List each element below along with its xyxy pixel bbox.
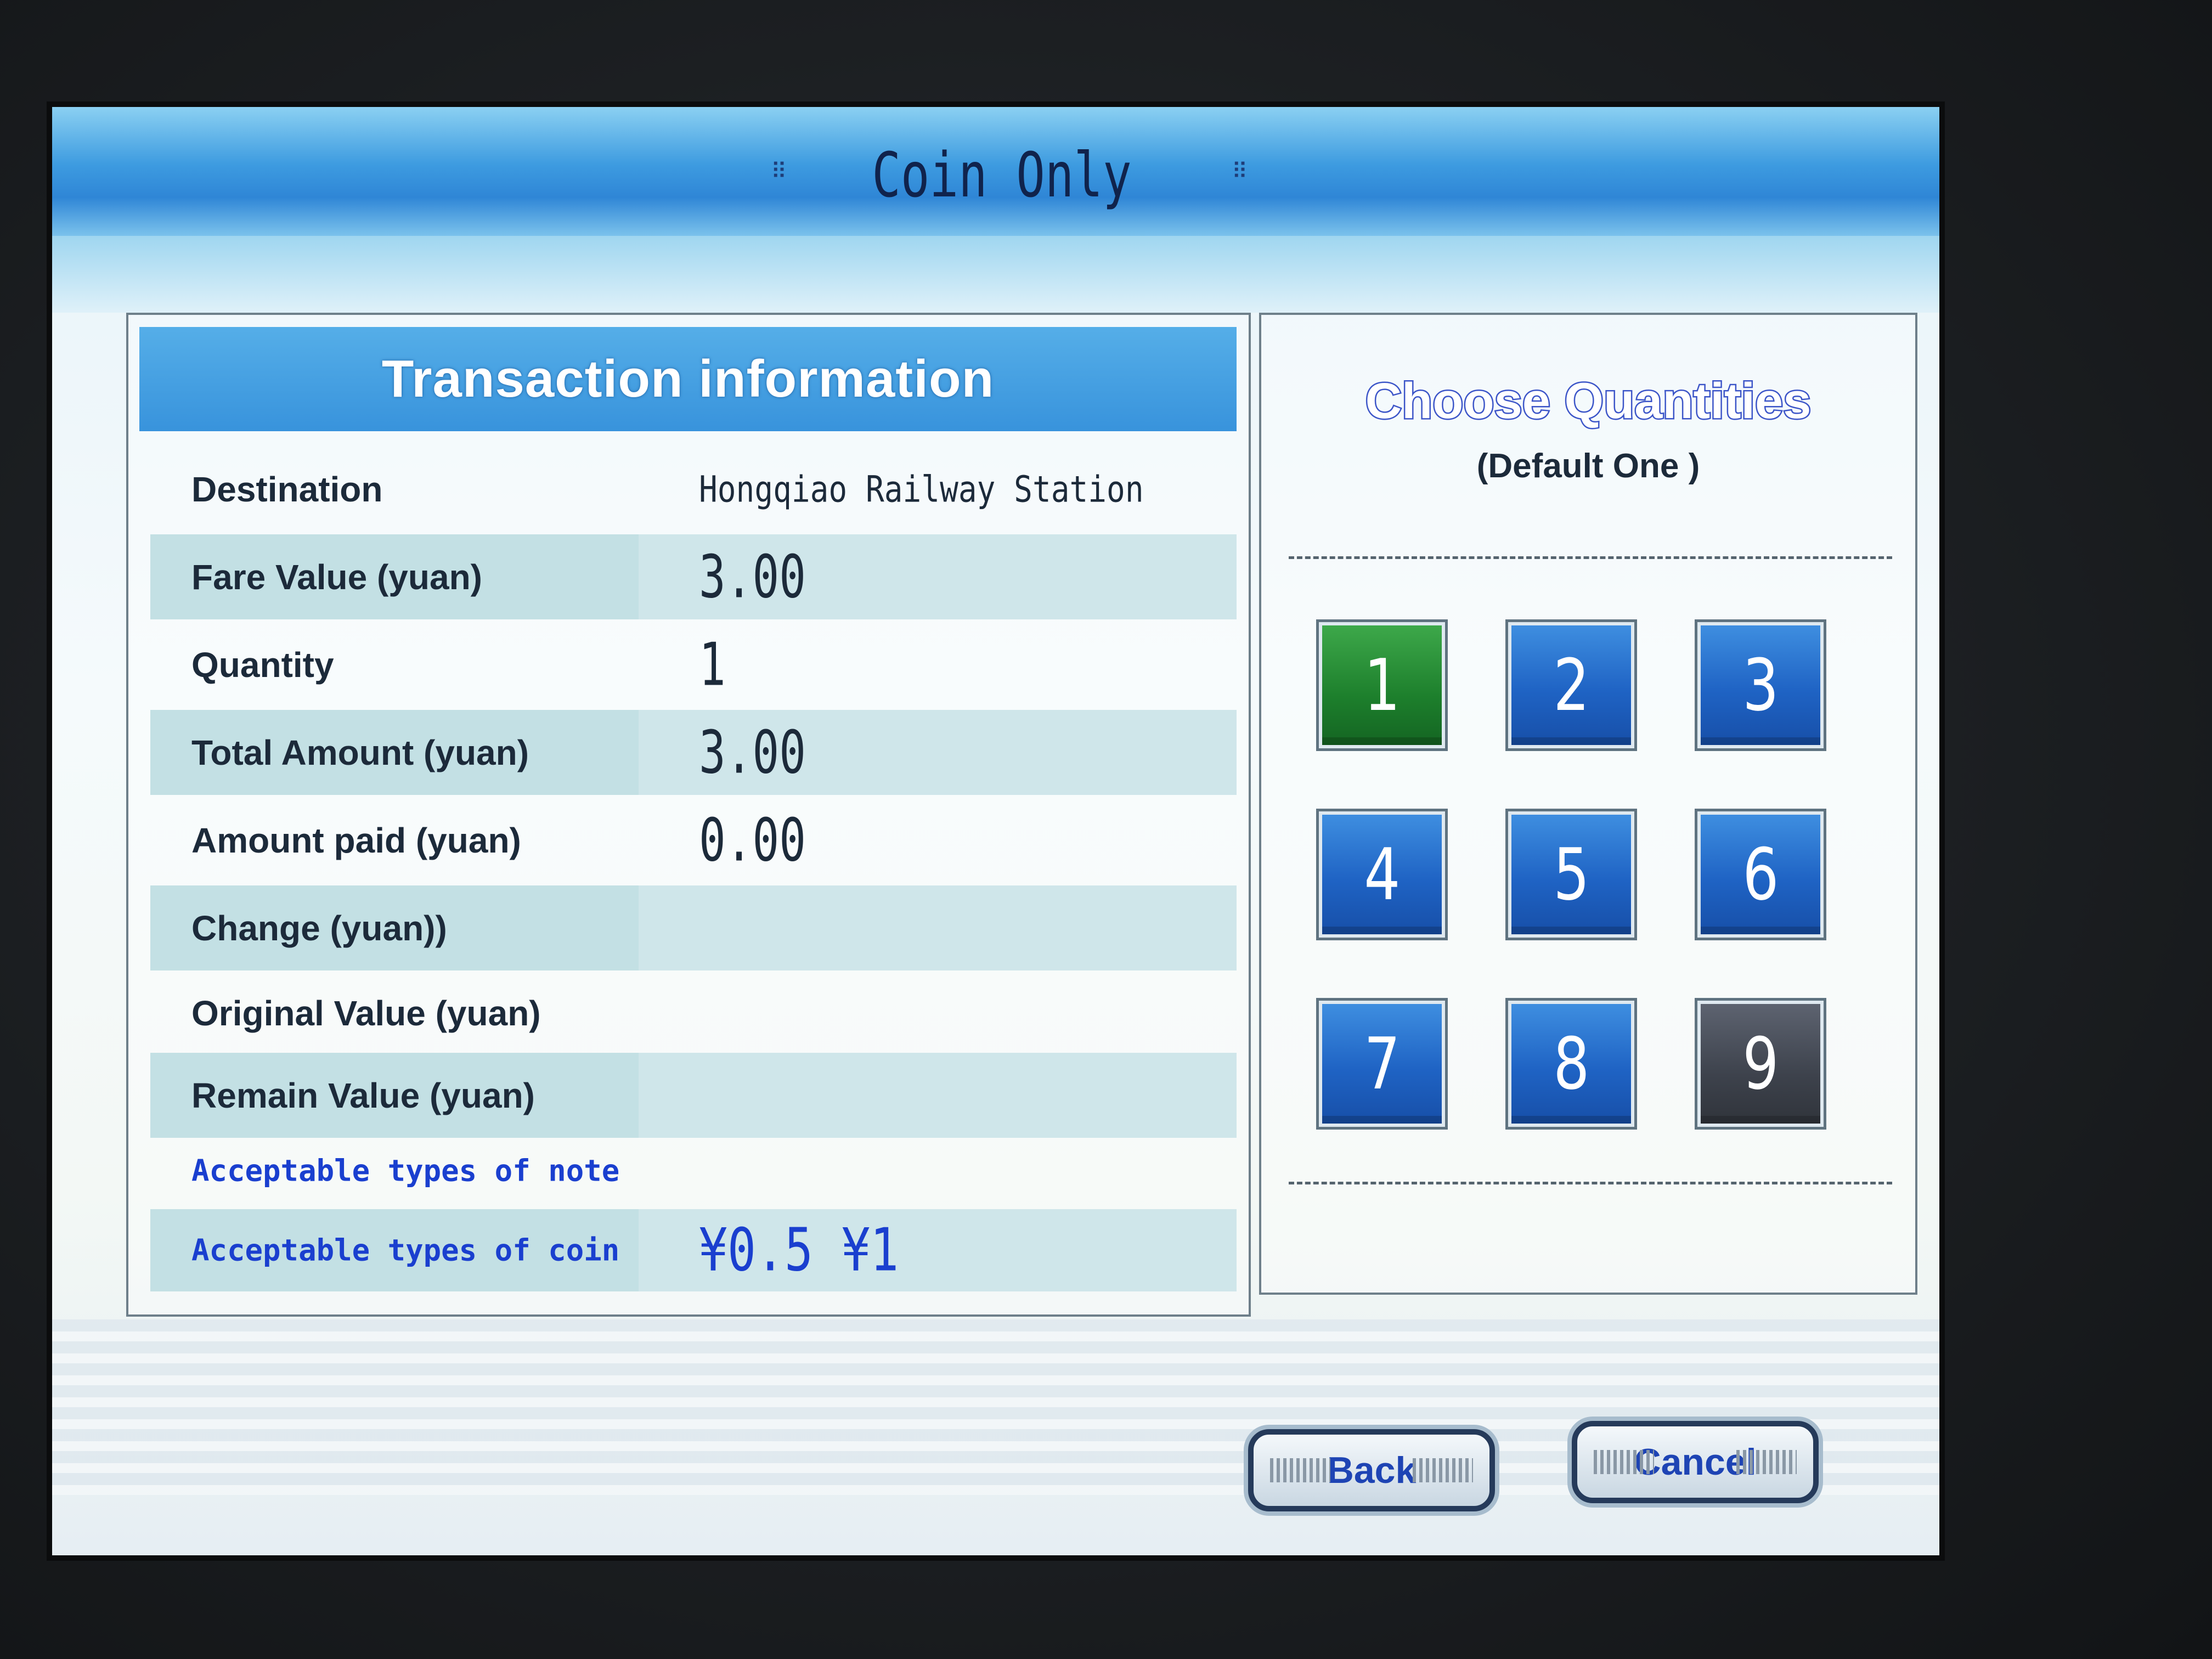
transaction-panel: Transaction information Destination Hong… — [126, 313, 1251, 1317]
row-change: Change (yuan)) — [150, 885, 1237, 970]
kiosk-screen: ⠿ Coin Only ⠿ Transaction information De… — [47, 101, 1945, 1561]
title-band — [52, 236, 1939, 313]
row-value: ¥0.5 ¥1 — [699, 1216, 899, 1285]
quantity-button-8[interactable]: 8 — [1505, 998, 1637, 1130]
row-label: Amount paid (yuan) — [191, 820, 521, 860]
cancel-button[interactable]: Cancel — [1572, 1421, 1819, 1503]
row-original-value: Original Value (yuan) — [150, 970, 1237, 1056]
quantity-button-6[interactable]: 6 — [1695, 809, 1826, 940]
quantity-button-4[interactable]: 4 — [1316, 809, 1448, 940]
row-value: Hongqiao Railway Station — [699, 468, 1144, 510]
quantity-button-7[interactable]: 7 — [1316, 998, 1448, 1130]
title-dots-right-icon: ⠿ — [1232, 160, 1249, 184]
divider — [1289, 1182, 1892, 1184]
row-amount-paid: Amount paid (yuan) 0.00 — [150, 798, 1237, 883]
row-label: Acceptable types of note — [191, 1153, 620, 1188]
row-label: Fare Value (yuan) — [191, 557, 482, 597]
quantity-button-3[interactable]: 3 — [1695, 619, 1826, 751]
divider — [1289, 556, 1892, 559]
transaction-header: Transaction information — [139, 327, 1237, 431]
row-label: Acceptable types of coin — [191, 1233, 620, 1268]
title-bar: ⠿ Coin Only ⠿ — [52, 107, 1939, 236]
back-button-label: Back — [1327, 1449, 1417, 1491]
quantity-subtitle: (Default One ) — [1476, 447, 1700, 485]
quantity-button-2[interactable]: 2 — [1505, 619, 1637, 751]
row-destination: Destination Hongqiao Railway Station — [150, 447, 1237, 532]
quantity-title: Choose Quantities — [1364, 372, 1813, 431]
row-label: Quantity — [191, 645, 334, 685]
row-label: Remain Value (yuan) — [191, 1075, 535, 1115]
row-value: 3.00 — [699, 718, 806, 787]
quantity-button-1[interactable]: 1 — [1316, 619, 1448, 751]
row-total-amount: Total Amount (yuan) 3.00 — [150, 710, 1237, 795]
back-button[interactable]: Back — [1248, 1429, 1495, 1511]
transaction-title: Transaction information — [381, 349, 995, 408]
quantity-button-5[interactable]: 5 — [1505, 809, 1637, 940]
row-label: Original Value (yuan) — [191, 993, 541, 1033]
row-fare-value: Fare Value (yuan) 3.00 — [150, 534, 1237, 619]
quantity-button-9: 9 — [1695, 998, 1826, 1130]
row-remain-value: Remain Value (yuan) — [150, 1053, 1237, 1138]
row-label: Destination — [191, 469, 383, 509]
row-value: 1 — [699, 630, 726, 699]
grip-left-icon — [1594, 1450, 1654, 1474]
row-label: Total Amount (yuan) — [191, 732, 529, 772]
quantity-panel: Choose Quantities (Default One ) 1 2 3 4… — [1259, 313, 1917, 1295]
page-title: Coin Only — [872, 140, 1132, 211]
grip-right-icon — [1736, 1450, 1797, 1474]
row-acceptable-notes: Acceptable types of note — [150, 1135, 1237, 1206]
row-value: 0.00 — [699, 806, 806, 874]
row-value: 3.00 — [699, 543, 806, 611]
row-acceptable-coins: Acceptable types of coin ¥0.5 ¥1 — [150, 1209, 1237, 1291]
row-label: Change (yuan)) — [191, 908, 447, 948]
row-quantity: Quantity 1 — [150, 622, 1237, 707]
grip-right-icon — [1413, 1458, 1473, 1482]
grip-left-icon — [1270, 1458, 1330, 1482]
